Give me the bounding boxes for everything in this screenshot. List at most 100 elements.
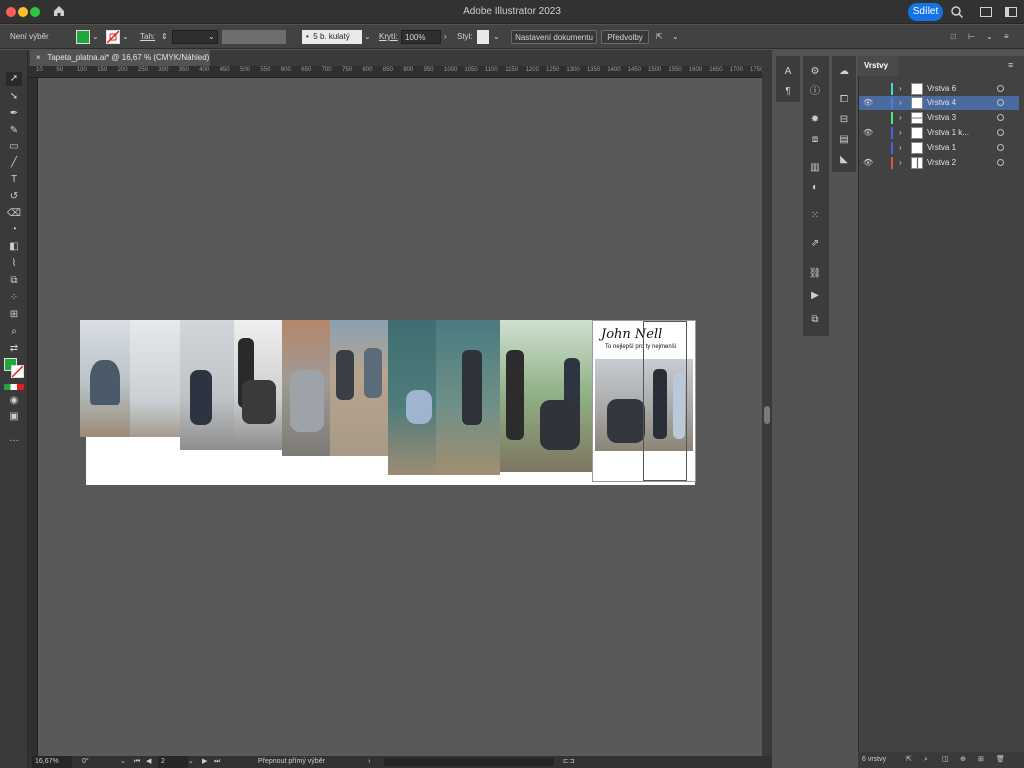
character-icon[interactable]: A: [779, 64, 797, 80]
visibility-eye-icon[interactable]: 👁: [863, 96, 873, 110]
opacity-field[interactable]: 100%: [401, 30, 441, 44]
appearance-icon[interactable]: ✸: [806, 112, 824, 128]
gradient-tool-icon[interactable]: ◧: [6, 240, 22, 254]
screen-mode-icon[interactable]: ▣: [6, 410, 22, 424]
close-tab-icon[interactable]: ×: [36, 53, 41, 62]
arrange-documents-icon[interactable]: [980, 7, 992, 17]
settings-gear-icon[interactable]: ⚙: [806, 64, 824, 80]
photo-stroller-grey[interactable]: [282, 320, 330, 456]
layer-target-icon[interactable]: [997, 159, 1004, 166]
document-setup-button[interactable]: Nastavení dokumentu: [511, 30, 597, 44]
photo-stroller-teal[interactable]: [388, 320, 436, 475]
align-icon[interactable]: ⊢: [968, 30, 975, 44]
blend-tool-icon[interactable]: ⧉: [6, 274, 22, 288]
layer-name[interactable]: Vrstva 2: [927, 156, 956, 170]
artboards-icon[interactable]: ⧉: [806, 312, 824, 328]
chevron-down-icon[interactable]: ⌄: [986, 30, 993, 44]
chevron-down-icon[interactable]: ⌄: [364, 30, 371, 44]
first-artboard-icon[interactable]: ⏮: [134, 756, 140, 768]
export-for-screens-icon[interactable]: ⇱: [906, 752, 912, 768]
stroke-color-icon[interactable]: [11, 365, 24, 378]
layer-row[interactable]: › Vrstva 1: [859, 141, 1019, 155]
fill-color-swatch[interactable]: [76, 30, 90, 44]
layer-row[interactable]: 👁 › Vrstva 1 k...: [859, 126, 1019, 140]
horizontal-ruler[interactable]: 10 50 100 150 200 250 300 350 400 450 500 550 600 650…: [28, 66, 772, 78]
scrollbar-thumb[interactable]: [764, 406, 770, 424]
share-button[interactable]: Sdílet: [908, 3, 943, 21]
symbols-icon[interactable]: ⁙: [806, 208, 824, 224]
panel-menu-icon[interactable]: ≡: [1004, 30, 1009, 44]
photo-couple-running[interactable]: [500, 320, 592, 472]
info-icon[interactable]: ⓘ: [806, 84, 824, 100]
layer-target-icon[interactable]: [997, 114, 1004, 121]
pathfinder-icon[interactable]: ⧠: [835, 92, 853, 108]
layer-row[interactable]: 👁 › Vrstva 2: [859, 156, 1019, 170]
new-sublayer-icon[interactable]: ⊕: [960, 752, 966, 768]
links-icon[interactable]: ⛓: [806, 266, 824, 282]
transparency-icon[interactable]: ◐: [806, 180, 824, 196]
stroke-panel-icon[interactable]: ◣: [835, 152, 853, 168]
visibility-eye-icon[interactable]: 👁: [863, 156, 873, 170]
type-tool-icon[interactable]: T: [6, 173, 22, 187]
symbol-sprayer-tool-icon[interactable]: ⁘: [6, 291, 22, 305]
vertical-ruler[interactable]: [28, 78, 38, 756]
draw-mode-icon[interactable]: ◉: [6, 394, 22, 408]
paragraph-icon[interactable]: ¶: [779, 84, 797, 100]
photo-man-child-walking[interactable]: [436, 320, 500, 475]
more-tools-icon[interactable]: …: [6, 432, 22, 446]
layer-row[interactable]: 👁 › Vrstva 4: [859, 96, 1019, 110]
photo-family-table[interactable]: [330, 320, 388, 456]
photo-toy-house[interactable]: [130, 320, 180, 437]
layer-name[interactable]: Vrstva 3: [927, 111, 956, 125]
swap-colors-icon[interactable]: ⇄: [6, 342, 22, 356]
chevron-right-icon[interactable]: ›: [899, 156, 902, 170]
chevron-right-icon[interactable]: ›: [899, 82, 902, 96]
stroke-stepper-icon[interactable]: ⇕: [161, 30, 168, 44]
curvature-tool-icon[interactable]: ✎: [6, 124, 22, 138]
chevron-right-icon[interactable]: ›: [899, 141, 902, 155]
previous-artboard-icon[interactable]: ◀: [146, 756, 151, 768]
export-icon[interactable]: ⇗: [806, 236, 824, 252]
pen-tool-icon[interactable]: ✒: [6, 107, 22, 121]
preferences-button[interactable]: Předvolby: [601, 30, 649, 44]
panel-menu-icon[interactable]: ≡: [1008, 60, 1013, 70]
graphic-style-swatch[interactable]: [477, 30, 489, 44]
rotation-field[interactable]: 0°: [82, 756, 89, 768]
workspace-switcher-icon[interactable]: [1005, 7, 1017, 17]
artboard-number-field[interactable]: 2: [158, 756, 188, 768]
zoom-tool-icon[interactable]: ⌕: [6, 325, 22, 339]
eraser-tool-icon[interactable]: ⌫: [6, 207, 22, 221]
horizontal-scrollbar[interactable]: [384, 758, 554, 766]
actions-play-icon[interactable]: ▶: [806, 288, 824, 304]
color-mode-icon[interactable]: [4, 384, 24, 390]
artboard-tool-icon[interactable]: ⊞: [6, 308, 22, 322]
transform-panel-icon[interactable]: ▤: [835, 132, 853, 148]
layer-name[interactable]: Vrstva 6: [927, 82, 956, 96]
chevron-right-icon[interactable]: ›: [899, 126, 902, 140]
chevron-down-icon[interactable]: ⌄: [493, 30, 500, 44]
layer-row[interactable]: › Vrstva 6: [859, 82, 1019, 96]
search-icon[interactable]: [950, 5, 964, 19]
last-artboard-icon[interactable]: ⏭: [214, 756, 220, 768]
chevron-right-icon[interactable]: ›: [368, 756, 370, 768]
next-artboard-icon[interactable]: ▶: [202, 756, 207, 768]
chevron-right-icon[interactable]: ›: [444, 30, 447, 44]
chevron-down-icon[interactable]: ⌄: [122, 30, 129, 44]
layer-name[interactable]: Vrstva 1 k...: [927, 126, 969, 140]
rectangle-tool-icon[interactable]: ▭: [6, 140, 22, 154]
photo-woman-stroller[interactable]: [234, 320, 282, 450]
direct-selection-tool-icon[interactable]: ➘: [6, 90, 22, 104]
zoom-field[interactable]: 16,67%: [32, 756, 72, 768]
transform-icon[interactable]: ⊡: [950, 30, 957, 44]
locate-object-icon[interactable]: ⌕: [924, 752, 928, 768]
align-panel-icon[interactable]: ⊟: [835, 112, 853, 128]
eyedropper-tool-icon[interactable]: ⌇: [6, 257, 22, 271]
chevron-down-icon[interactable]: ⌄: [92, 30, 99, 44]
stroke-none-swatch[interactable]: [106, 30, 120, 44]
chevron-down-icon[interactable]: ⌄: [188, 756, 194, 768]
document-tab[interactable]: × Tapeta_platna.ai* @ 16,67 % (CMYK/Náhl…: [30, 50, 210, 66]
selection-tool-icon[interactable]: ➚: [6, 72, 22, 86]
layer-row[interactable]: › Vrstva 3: [859, 111, 1019, 125]
new-layer-icon[interactable]: ⊞: [978, 752, 984, 768]
layers-panel-tab[interactable]: Vrstvy: [858, 56, 898, 76]
